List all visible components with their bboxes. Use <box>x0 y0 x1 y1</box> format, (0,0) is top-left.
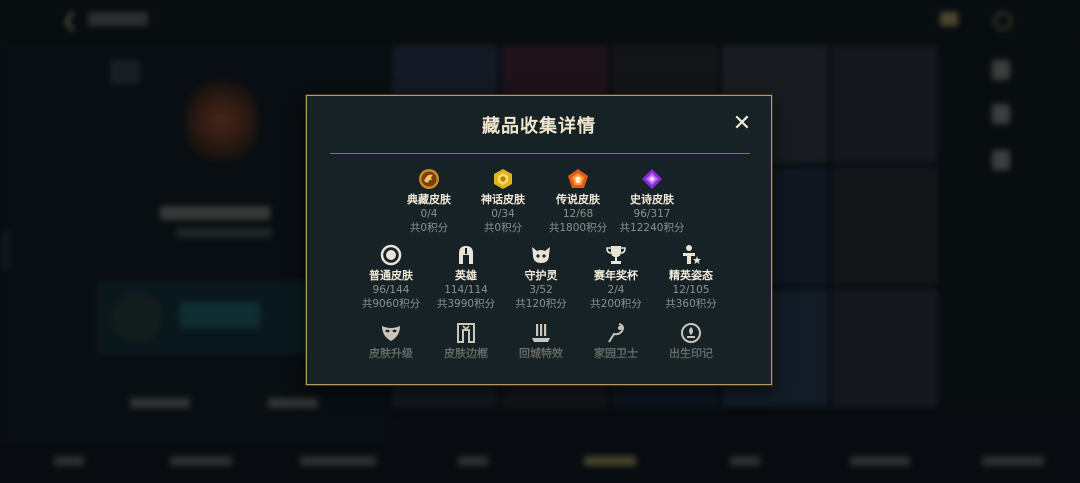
collection-item-mythic-skin[interactable]: 神话皮肤 0/34 共0积分 <box>465 168 541 235</box>
guardian-icon <box>608 323 624 343</box>
dragon-medal-icon <box>419 169 439 189</box>
ring-icon <box>380 244 402 266</box>
collection-item-elite-pose[interactable]: 精英姿态 12/105 共360积分 <box>653 244 729 311</box>
modal-title: 藏品收集详情 <box>482 116 596 137</box>
spirit-icon <box>532 247 550 263</box>
mythic-gem-icon <box>494 169 512 189</box>
star-pose-icon <box>683 245 701 264</box>
collection-item-collector-skin[interactable]: 典藏皮肤 0/4 共0积分 <box>391 168 467 235</box>
collection-detail-modal: 藏品收集详情 ✕ 典藏皮肤 0/4 共0积分 神话皮肤 0/34 共0积分 传说… <box>306 95 772 385</box>
close-button[interactable]: ✕ <box>731 113 753 135</box>
birth-mark-icon <box>681 323 701 343</box>
collection-item-normal-skin[interactable]: 普通皮肤 96/144 共9060积分 <box>353 244 429 311</box>
helmet-icon <box>459 246 473 264</box>
collection-item-spirit[interactable]: 守护灵 3/52 共120积分 <box>503 244 579 311</box>
collection-item-legend-skin[interactable]: 传说皮肤 12/68 共1800积分 <box>540 168 616 235</box>
collection-item-recall-effect[interactable]: 回城特效 <box>503 322 579 361</box>
collection-item-home-guardian[interactable]: 家园卫士 <box>578 322 654 361</box>
collection-item-hero[interactable]: 英雄 114/114 共3990积分 <box>428 244 504 311</box>
collection-item-epic-skin[interactable]: 史诗皮肤 96/317 共12240积分 <box>614 168 690 235</box>
collection-row: 典藏皮肤 0/4 共0积分 神话皮肤 0/34 共0积分 传说皮肤 12/68 … <box>307 168 771 236</box>
collection-item-season-trophy[interactable]: 赛年奖杯 2/4 共200积分 <box>578 244 654 311</box>
collection-item-skin-upgrade[interactable]: 皮肤升级 <box>353 322 429 361</box>
collection-item-skin-frame[interactable]: 皮肤边框 <box>428 322 504 361</box>
trophy-icon <box>606 246 626 264</box>
epic-gem-icon <box>642 169 662 189</box>
mask-icon <box>382 326 400 341</box>
legend-gem-icon <box>568 169 588 188</box>
title-divider <box>330 153 750 154</box>
city-effect-icon <box>532 324 550 342</box>
collection-row: 普通皮肤 96/144 共9060积分 英雄 114/114 共3990积分 守… <box>307 244 771 312</box>
collection-item-birth-mark[interactable]: 出生印记 <box>653 322 729 361</box>
frame-icon <box>457 323 475 343</box>
collection-row: 皮肤升级 皮肤边框 回城特效 家园卫士 出生印记 <box>307 322 771 384</box>
